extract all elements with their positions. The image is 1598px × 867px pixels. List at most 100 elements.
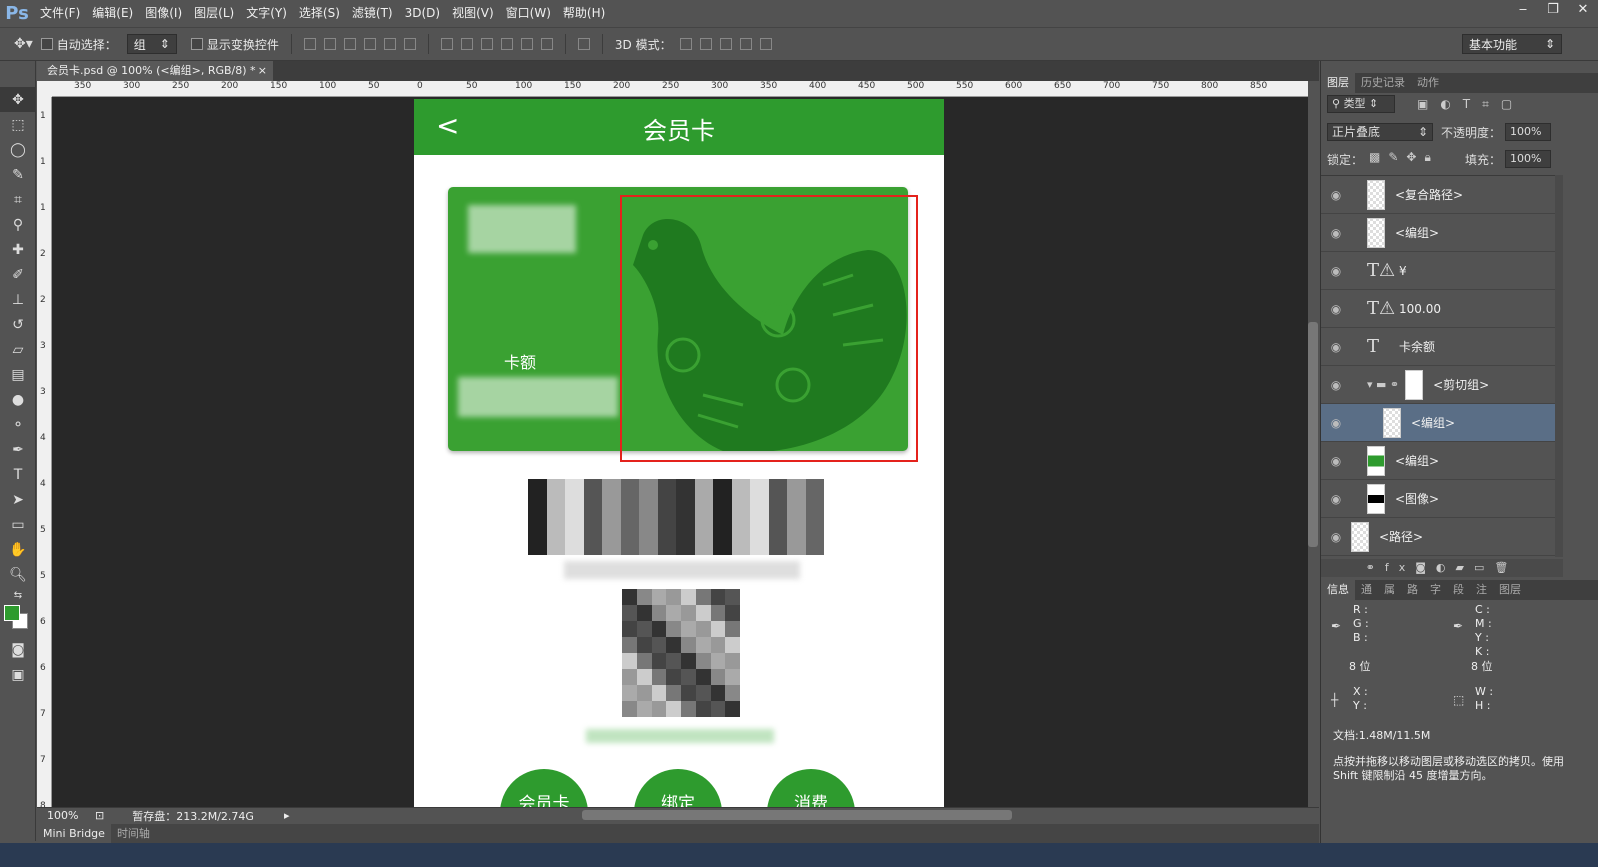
- lock-icons[interactable]: ▩✎✥🔒︎: [1369, 150, 1439, 165]
- hand-tool-icon[interactable]: ✋: [0, 537, 36, 562]
- layer-filter-icons[interactable]: ▣◐T⌗▢: [1417, 97, 1524, 112]
- menu-filter[interactable]: 滤镜(T): [346, 0, 399, 27]
- menu-select[interactable]: 选择(S): [293, 0, 346, 27]
- opacity-input[interactable]: 100%: [1505, 123, 1551, 141]
- pen-tool-icon[interactable]: ✒: [0, 437, 36, 462]
- distribute-bottom-icon[interactable]: [480, 38, 493, 50]
- 3d-pan-icon[interactable]: [719, 38, 732, 50]
- canvas-area[interactable]: < 会员卡 卡额 会员卡 绑定 消费: [52, 97, 1308, 807]
- document-canvas[interactable]: < 会员卡 卡额 会员卡 绑定 消费: [414, 99, 944, 807]
- menu-edit[interactable]: 编辑(E): [86, 0, 139, 27]
- visibility-eye-icon[interactable]: ◉: [1321, 226, 1351, 240]
- visibility-eye-icon[interactable]: ◉: [1321, 378, 1351, 392]
- fill-input[interactable]: 100%: [1505, 150, 1551, 168]
- vertical-ruler[interactable]: 1112233445566778: [37, 97, 52, 807]
- quick-mask-icon[interactable]: ◙: [0, 637, 36, 662]
- tab-paragraph[interactable]: 段: [1447, 580, 1470, 600]
- layer-row[interactable]: ◉ <编组>: [1321, 442, 1555, 480]
- layer-row[interactable]: ◉ T⚠ 100.00: [1321, 290, 1555, 328]
- minimize-button[interactable]: ‒: [1508, 0, 1538, 20]
- visibility-eye-icon[interactable]: ◉: [1321, 264, 1351, 278]
- layer-row[interactable]: ◉ ▾ ▬ ⚭ <剪切组>: [1321, 366, 1555, 404]
- swap-colors-icon[interactable]: ⇆: [0, 587, 36, 603]
- layer-row[interactable]: ◉ <图像>: [1321, 480, 1555, 518]
- menu-image[interactable]: 图像(I): [139, 0, 188, 27]
- tab-character[interactable]: 字: [1424, 580, 1447, 600]
- lasso-tool-icon[interactable]: ◯: [0, 137, 36, 162]
- blend-mode-dropdown[interactable]: 正片叠底 ⇕: [1327, 123, 1433, 141]
- gradient-tool-icon[interactable]: ▤: [0, 362, 36, 387]
- brush-tool-icon[interactable]: ✐: [0, 262, 36, 287]
- layer-row[interactable]: ◉ <编组>: [1321, 214, 1555, 252]
- layers-scrollbar[interactable]: [1555, 175, 1563, 557]
- path-select-tool-icon[interactable]: ➤: [0, 487, 36, 512]
- auto-select-checkbox[interactable]: [40, 38, 53, 50]
- eraser-tool-icon[interactable]: ▱: [0, 337, 36, 362]
- shape-tool-icon[interactable]: ▭: [0, 512, 36, 537]
- status-menu-arrow-icon[interactable]: ▸: [284, 809, 290, 822]
- 3d-roll-icon[interactable]: [699, 38, 712, 50]
- visibility-eye-icon[interactable]: ◉: [1321, 530, 1351, 544]
- align-top-icon[interactable]: [303, 38, 316, 50]
- healing-tool-icon[interactable]: ✚: [0, 237, 36, 262]
- layer-row[interactable]: ◉ <复合路径>: [1321, 176, 1555, 214]
- layer-row[interactable]: ◉ <编组>: [1321, 404, 1555, 442]
- tab-info[interactable]: 信息: [1321, 580, 1355, 600]
- zoom-tool-icon[interactable]: 🔍︎: [0, 562, 36, 587]
- layer-row[interactable]: ◉ T 卡余额: [1321, 328, 1555, 366]
- align-right-icon[interactable]: [403, 38, 416, 50]
- show-transform-checkbox[interactable]: [190, 38, 203, 50]
- tab-channels[interactable]: 通: [1355, 580, 1378, 600]
- blur-tool-icon[interactable]: ●: [0, 387, 36, 412]
- distribute-left-icon[interactable]: [500, 38, 513, 50]
- align-hcenter-icon[interactable]: [383, 38, 396, 50]
- tab-paths[interactable]: 路: [1401, 580, 1424, 600]
- tab-layer-comps[interactable]: 图层: [1493, 580, 1527, 600]
- 3d-rotate-icon[interactable]: [679, 38, 692, 50]
- menu-view[interactable]: 视图(V): [446, 0, 500, 27]
- tab-timeline[interactable]: 时间轴: [111, 824, 156, 843]
- tab-history[interactable]: 历史记录: [1355, 73, 1411, 93]
- layer-row[interactable]: ◉ T⚠ ¥: [1321, 252, 1555, 290]
- screen-mode-icon[interactable]: ▣: [0, 662, 36, 687]
- restore-button[interactable]: ❐: [1538, 0, 1568, 20]
- auto-align-icon[interactable]: [577, 38, 590, 50]
- auto-select-dropdown[interactable]: 组 ⇕: [126, 34, 177, 54]
- tab-notes[interactable]: 注: [1470, 580, 1493, 600]
- status-info-icon[interactable]: ⊡: [95, 809, 104, 822]
- visibility-eye-icon[interactable]: ◉: [1321, 302, 1351, 316]
- tab-properties[interactable]: 属: [1378, 580, 1401, 600]
- distribute-top-icon[interactable]: [440, 38, 453, 50]
- menu-3d[interactable]: 3D(D): [399, 0, 446, 27]
- marquee-tool-icon[interactable]: ⬚: [0, 112, 36, 137]
- menu-layer[interactable]: 图层(L): [188, 0, 240, 27]
- visibility-eye-icon[interactable]: ◉: [1321, 340, 1351, 354]
- close-tab-icon[interactable]: ×: [258, 61, 267, 81]
- align-bottom-icon[interactable]: [343, 38, 356, 50]
- menu-help[interactable]: 帮助(H): [557, 0, 611, 27]
- eyedropper-tool-icon[interactable]: ⚲: [0, 212, 36, 237]
- layer-filter-dropdown[interactable]: ⚲ 类型 ⇕: [1327, 95, 1395, 113]
- 3d-scale-icon[interactable]: [759, 38, 772, 50]
- layer-row[interactable]: ◉ <路径>: [1321, 518, 1555, 556]
- group-folder-icon[interactable]: ▾ ▬ ⚭: [1367, 378, 1399, 391]
- dodge-tool-icon[interactable]: ⚬: [0, 412, 36, 437]
- visibility-eye-icon[interactable]: ◉: [1321, 188, 1351, 202]
- tab-mini-bridge[interactable]: Mini Bridge: [37, 824, 111, 843]
- menu-type[interactable]: 文字(Y): [240, 0, 293, 27]
- align-vcenter-icon[interactable]: [323, 38, 336, 50]
- distribute-vcenter-icon[interactable]: [460, 38, 473, 50]
- menu-window[interactable]: 窗口(W): [500, 0, 557, 27]
- workspace-dropdown[interactable]: 基本功能 ⇕: [1462, 34, 1562, 54]
- distribute-right-icon[interactable]: [540, 38, 553, 50]
- crop-tool-icon[interactable]: ⌗: [0, 187, 36, 212]
- document-tab[interactable]: 会员卡.psd @ 100% (<编组>, RGB/8) * ×: [37, 61, 273, 81]
- distribute-hcenter-icon[interactable]: [520, 38, 533, 50]
- tab-layers[interactable]: 图层: [1321, 73, 1355, 93]
- stamp-tool-icon[interactable]: ⊥: [0, 287, 36, 312]
- move-tool-icon[interactable]: ✥▾: [14, 36, 33, 52]
- ruler-corner[interactable]: [37, 81, 52, 97]
- layer-actions-bar[interactable]: ⚭fx◙◐▰▭🗑︎: [1321, 559, 1563, 577]
- history-brush-tool-icon[interactable]: ↺: [0, 312, 36, 337]
- foreground-color[interactable]: [4, 605, 20, 621]
